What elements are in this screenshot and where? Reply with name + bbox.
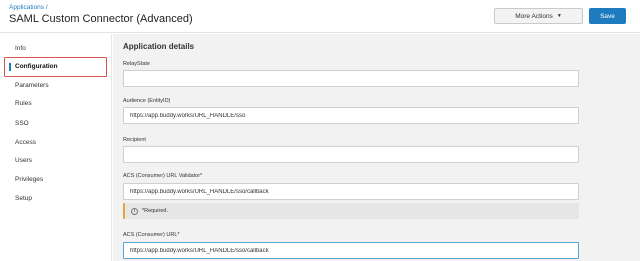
relay-state-label: RelayState	[123, 61, 150, 67]
caret-down-icon: ▼	[556, 13, 562, 19]
sidebar-item-rules[interactable]: Rules	[15, 100, 32, 107]
sidebar-item-info[interactable]: Info	[15, 45, 26, 52]
section-title: Application details	[123, 42, 195, 51]
save-button[interactable]: Save	[589, 8, 626, 24]
acs-validator-input[interactable]	[123, 183, 579, 200]
sidebar-item-privileges[interactable]: Privileges	[15, 176, 43, 183]
sidebar-item-access[interactable]: Access	[15, 139, 36, 146]
page-header: Applications / SAML Custom Connector (Ad…	[0, 0, 640, 33]
active-indicator	[9, 63, 11, 71]
page-title: SAML Custom Connector (Advanced)	[9, 13, 193, 25]
acs-validator-label: ACS (Consumer) URL Validator*	[123, 173, 203, 179]
audience-input[interactable]	[123, 107, 579, 124]
more-actions-label: More Actions	[515, 12, 553, 20]
recipient-label: Recipient	[123, 137, 146, 143]
audience-label: Audience (EntityID)	[123, 98, 171, 104]
required-notice: i *Required.	[123, 203, 579, 219]
acs-url-input[interactable]	[123, 242, 579, 259]
relay-state-input[interactable]	[123, 70, 579, 87]
recipient-input[interactable]	[123, 146, 579, 163]
breadcrumb-applications[interactable]: Applications /	[9, 4, 48, 11]
info-icon: i	[131, 207, 138, 215]
sidebar-item-sso[interactable]: SSO	[15, 120, 29, 127]
required-notice-text: *Required.	[142, 208, 168, 214]
acs-url-label: ACS (Consumer) URL*	[123, 232, 180, 238]
sidebar-item-setup[interactable]: Setup	[15, 195, 32, 202]
save-label: Save	[600, 12, 615, 20]
more-actions-button[interactable]: More Actions ▼	[494, 8, 583, 24]
sidebar-item-users[interactable]: Users	[15, 157, 32, 164]
sidebar-item-parameters[interactable]: Parameters	[15, 82, 49, 89]
sidebar-item-configuration[interactable]: Configuration	[15, 63, 58, 70]
